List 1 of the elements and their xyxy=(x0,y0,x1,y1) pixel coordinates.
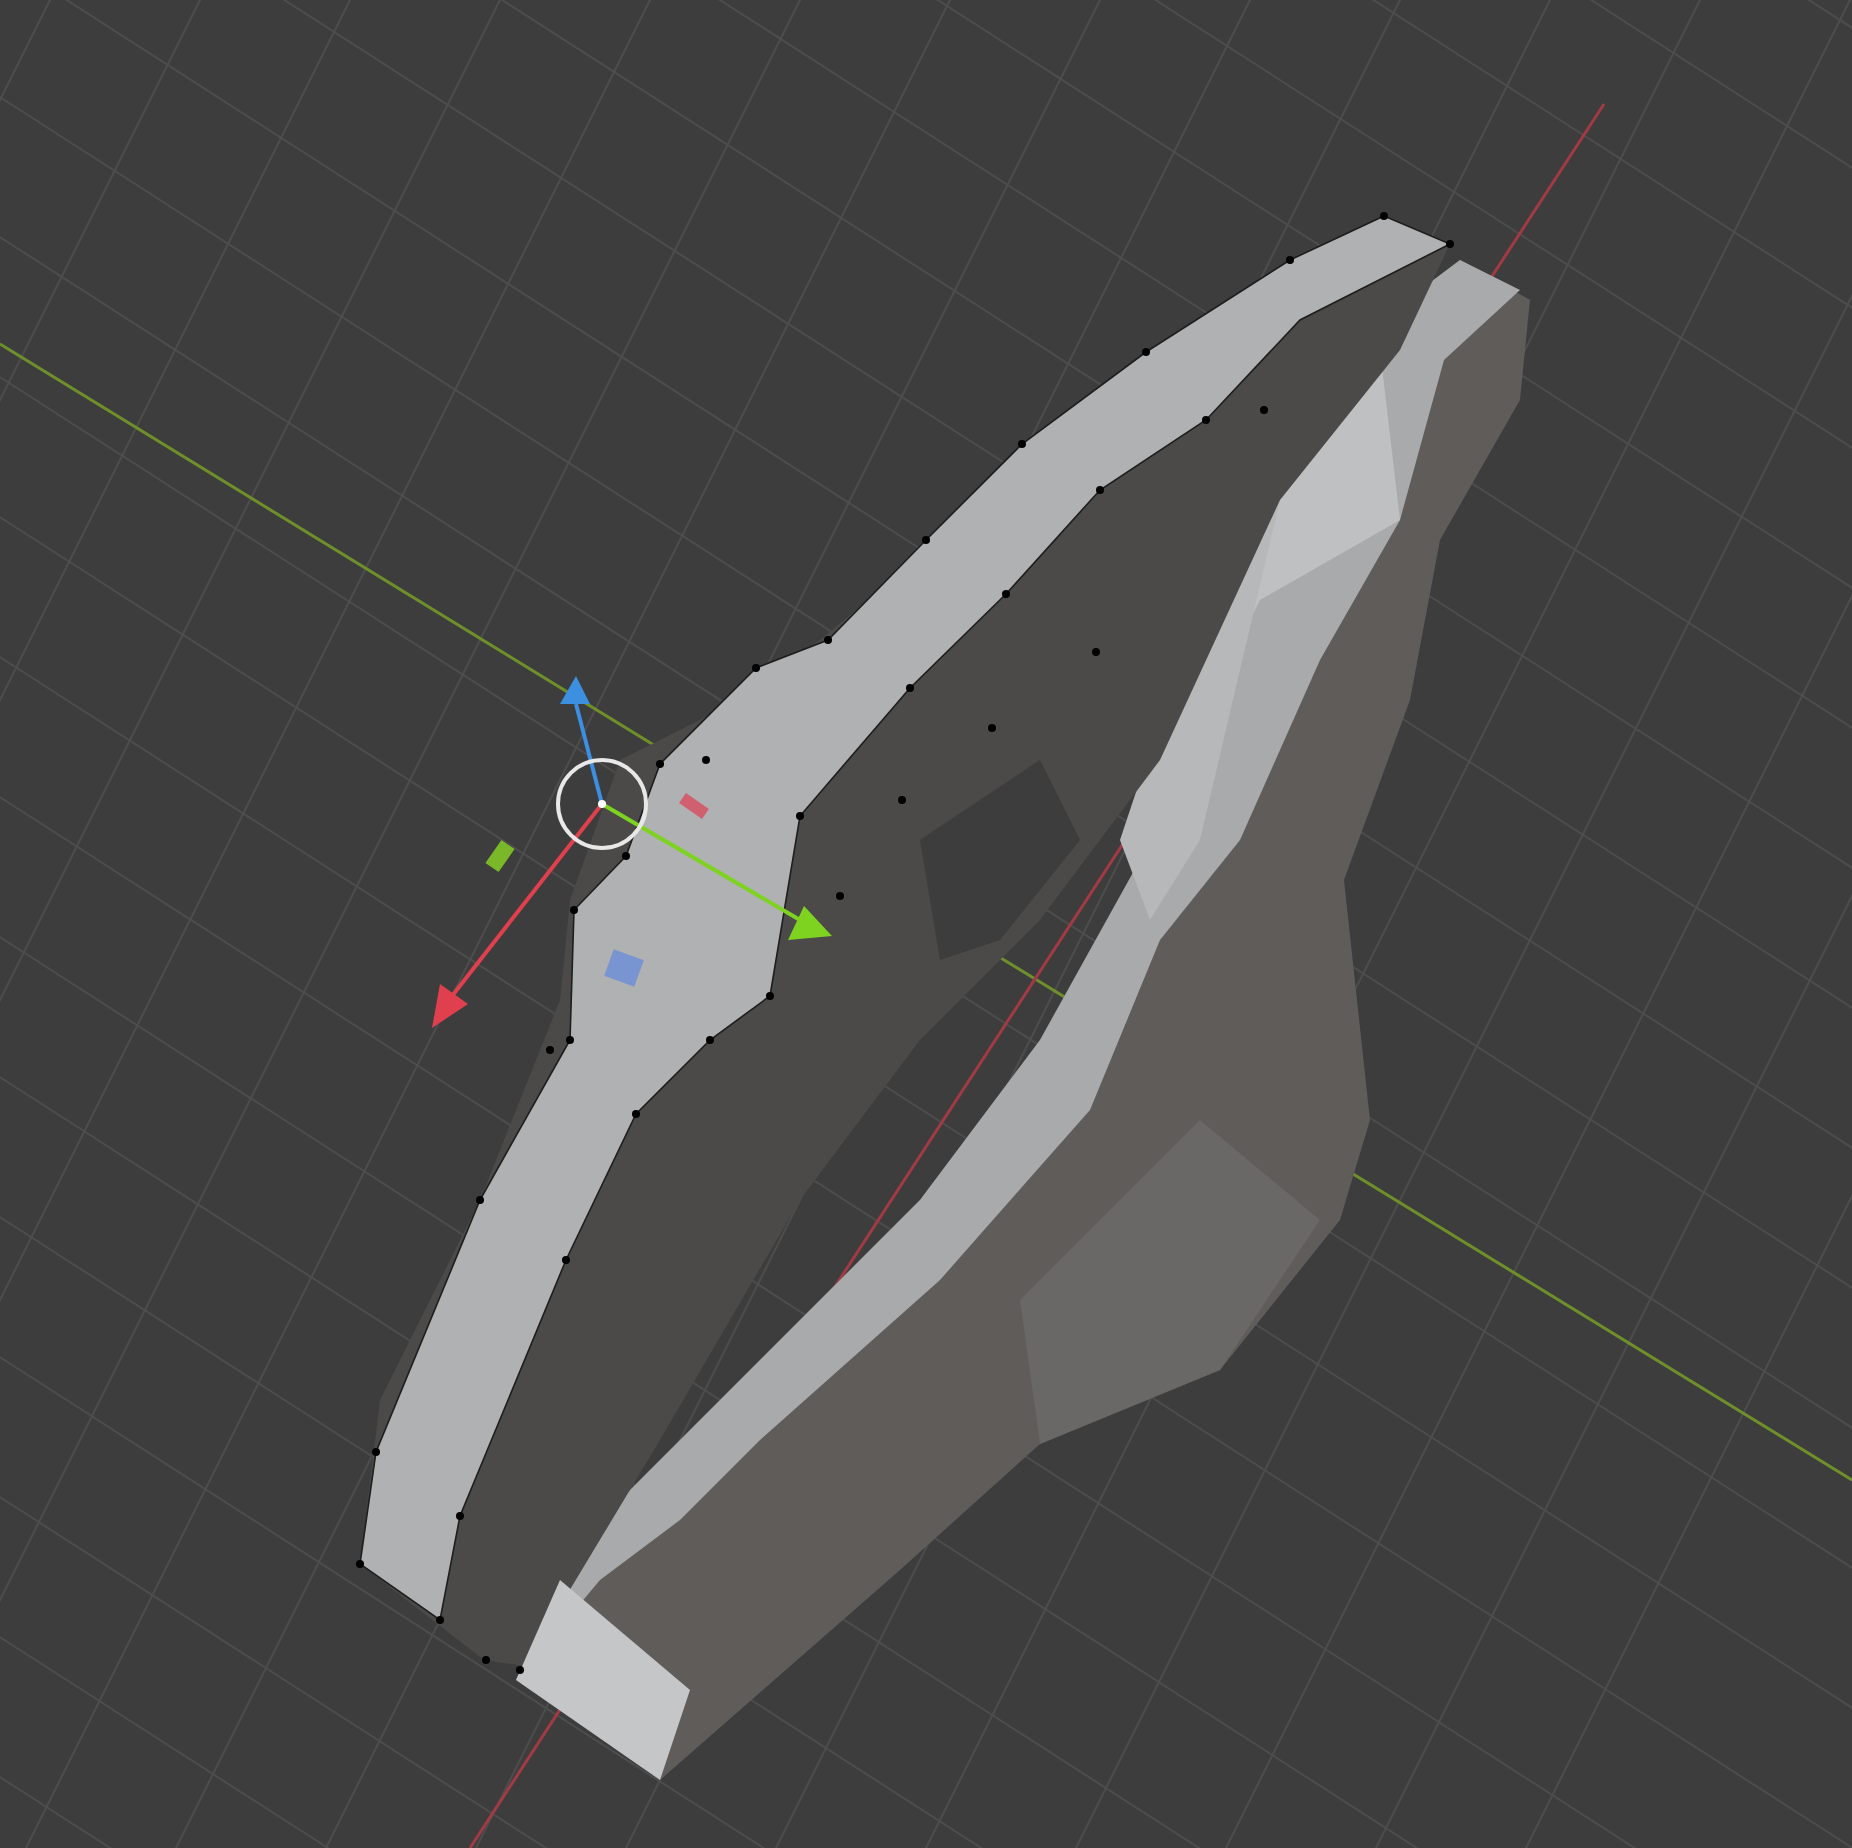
transform-gizmo-drawing[interactable] xyxy=(432,676,832,1028)
